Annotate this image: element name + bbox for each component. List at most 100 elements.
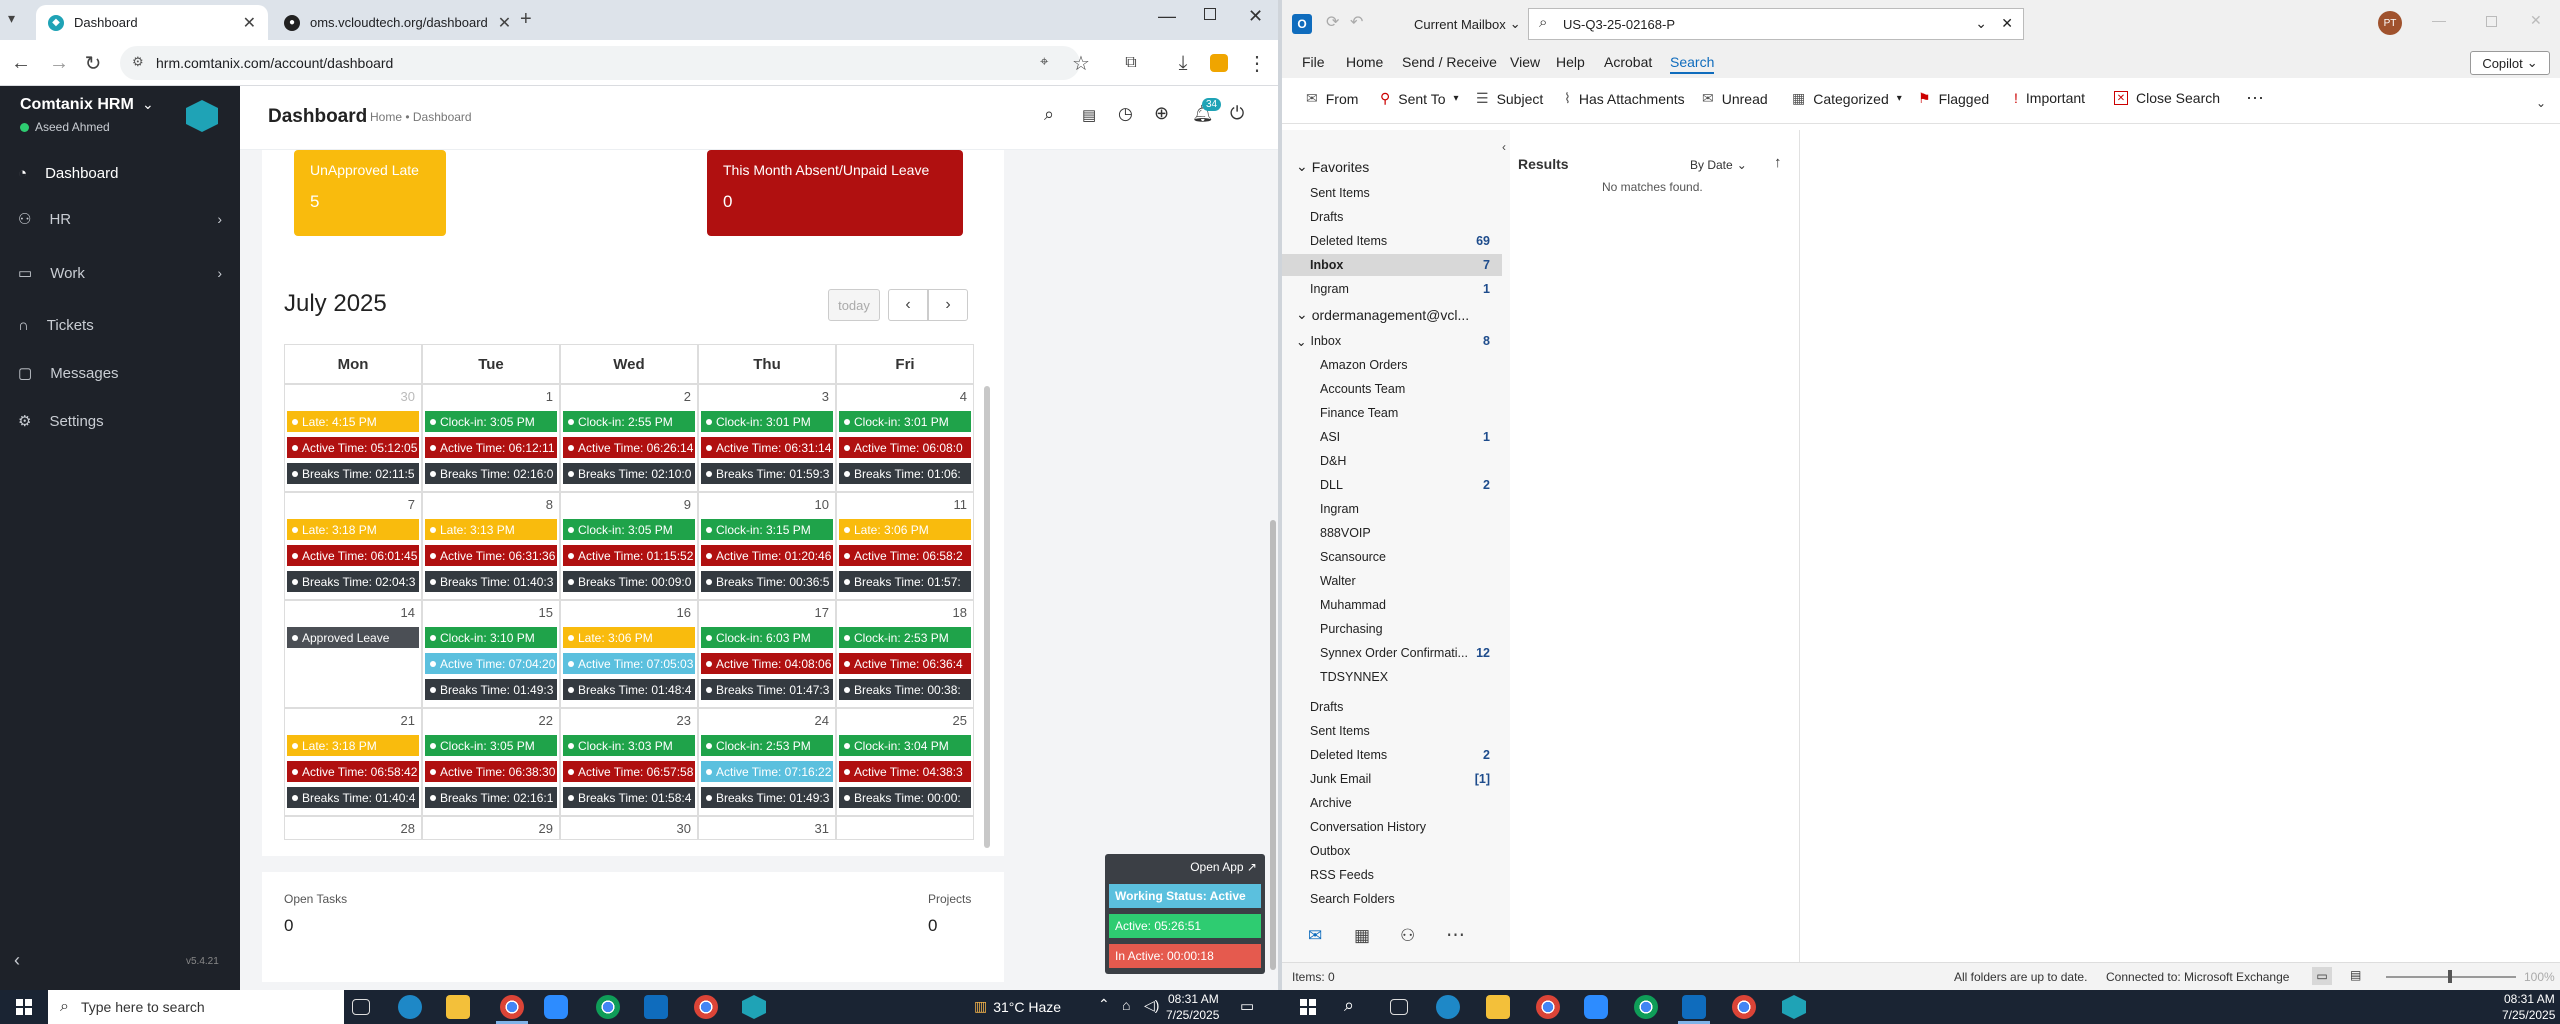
- tab-search-icon[interactable]: ▾: [8, 10, 15, 27]
- folder-item[interactable]: Outbox: [1282, 840, 1502, 862]
- calendar-event[interactable]: Clock-in: 3:04 PM: [839, 735, 971, 756]
- calendar-day-cell[interactable]: 1 Clock-in: 3:05 PM Active Time: 06:12:11 B…: [422, 384, 560, 492]
- folder-item[interactable]: Deleted Items 69: [1282, 230, 1502, 252]
- next-month-button[interactable]: ›: [928, 289, 968, 321]
- calendar-event[interactable]: Active Time: 06:57:58: [563, 761, 695, 782]
- zoom-icon[interactable]: [1584, 995, 1608, 1019]
- bookmark-star-icon[interactable]: ☆: [1068, 50, 1094, 76]
- folder-item[interactable]: Drafts: [1282, 696, 1502, 718]
- extension-avatar-icon[interactable]: [1206, 50, 1232, 76]
- calendar-event[interactable]: Breaks Time: 02:10:0: [563, 463, 695, 484]
- location-icon[interactable]: ⌖: [1040, 53, 1048, 70]
- folder-item[interactable]: Scansource: [1282, 546, 1502, 568]
- menu-send-receive[interactable]: Send / Receive: [1402, 54, 1497, 70]
- download-icon[interactable]: ⤓: [1170, 50, 1196, 76]
- page-scrollbar[interactable]: [1270, 520, 1276, 970]
- important-button[interactable]: ! Important: [2014, 90, 2085, 106]
- from-button[interactable]: ✉ From: [1306, 90, 1358, 107]
- calendar-event[interactable]: Breaks Time: 01:48:4: [563, 679, 695, 700]
- windows-start-icon[interactable]: [16, 999, 32, 1015]
- outlook-icon[interactable]: [644, 995, 668, 1019]
- reload-icon[interactable]: ↻: [80, 50, 106, 76]
- calendar-day-cell[interactable]: 25 Clock-in: 3:04 PM Active Time: 04:38:3 B…: [836, 708, 974, 816]
- calendar-event[interactable]: Active Time: 07:04:20: [425, 653, 557, 674]
- more-modules-icon[interactable]: ⋯: [1446, 924, 1465, 947]
- calendar-event[interactable]: Clock-in: 6:03 PM: [701, 627, 833, 648]
- folder-item[interactable]: Synnex Order Confirmati... 12: [1282, 642, 1502, 664]
- folder-item[interactable]: Sent Items: [1282, 720, 1502, 742]
- calendar-event[interactable]: Breaks Time: 01:06:: [839, 463, 971, 484]
- folder-item[interactable]: Finance Team: [1282, 402, 1502, 424]
- account-header[interactable]: ⌄ ordermanagement@vcl...: [1296, 306, 1506, 323]
- calendar-event[interactable]: Breaks Time: 01:57:: [839, 571, 971, 592]
- calendar-day-cell[interactable]: 4 Clock-in: 3:01 PM Active Time: 06:08:0 Br…: [836, 384, 974, 492]
- calendar-day-cell[interactable]: 3 Clock-in: 3:01 PM Active Time: 06:31:14 B…: [698, 384, 836, 492]
- close-window-icon[interactable]: ✕: [2530, 12, 2542, 29]
- folder-item-selected[interactable]: Inbox 7: [1282, 254, 1502, 276]
- folder-item[interactable]: RSS Feeds: [1282, 864, 1502, 886]
- back-icon[interactable]: ←: [8, 50, 34, 76]
- chrome-icon[interactable]: [1536, 995, 1560, 1019]
- calendar-event[interactable]: Active Time: 06:38:30: [425, 761, 557, 782]
- user-avatar[interactable]: PT: [2378, 11, 2402, 35]
- calendar-day-cell[interactable]: 21 Late: 3:18 PM Active Time: 06:58:42 Brea…: [284, 708, 422, 816]
- tab-dashboard[interactable]: ◆ Dashboard ✕: [36, 5, 268, 40]
- minimize-icon[interactable]: —: [1158, 6, 1176, 27]
- chrome-profile-icon[interactable]: [1634, 995, 1658, 1019]
- folder-item[interactable]: Purchasing: [1282, 618, 1502, 640]
- menu-file[interactable]: File: [1302, 54, 1325, 70]
- calendar-day-cell[interactable]: 14 Approved Leave: [284, 600, 422, 708]
- calendar-event[interactable]: Clock-in: 2:55 PM: [563, 411, 695, 432]
- zoom-slider-thumb[interactable]: [2448, 970, 2452, 983]
- folder-item[interactable]: TDSYNNEX: [1282, 666, 1502, 688]
- sort-direction-icon[interactable]: ↑: [1774, 154, 1782, 171]
- calendar-event[interactable]: Clock-in: 3:01 PM: [839, 411, 971, 432]
- calendar-day-cell[interactable]: 31: [698, 816, 836, 840]
- windows-start-icon-2[interactable]: [1300, 999, 1316, 1015]
- calendar-event[interactable]: Late: 3:06 PM: [563, 627, 695, 648]
- people-icon[interactable]: ⚇: [1400, 926, 1415, 946]
- sent-to-button[interactable]: ⚲ Sent To ▾: [1380, 90, 1459, 107]
- close-window-icon[interactable]: ✕: [1248, 6, 1263, 27]
- inbox-folder[interactable]: ⌄ Inbox 8: [1282, 330, 1502, 352]
- folder-item[interactable]: Accounts Team: [1282, 378, 1502, 400]
- chrome-icon[interactable]: [500, 995, 524, 1019]
- folder-item[interactable]: Archive: [1282, 792, 1502, 814]
- sidebar-item-settings[interactable]: ⚙ Settings: [0, 398, 240, 444]
- prev-month-button[interactable]: ‹: [888, 289, 928, 321]
- file-explorer-icon[interactable]: [446, 995, 470, 1019]
- calendar-event[interactable]: Active Time: 01:15:52: [563, 545, 695, 566]
- calendar-event[interactable]: Breaks Time: 02:16:0: [425, 463, 557, 484]
- subject-button[interactable]: ☰ Subject: [1476, 90, 1543, 107]
- categorized-button[interactable]: ▦ Categorized ▾: [1792, 90, 1902, 107]
- calendar-day-cell[interactable]: 11 Late: 3:06 PM Active Time: 06:58:2 Break…: [836, 492, 974, 600]
- calendar-day-cell[interactable]: 16 Late: 3:06 PM Active Time: 07:05:03 Brea…: [560, 600, 698, 708]
- quick-add-icon[interactable]: ⊕: [1154, 103, 1169, 124]
- chrome-profile-2-icon[interactable]: [694, 995, 718, 1019]
- sidebar-item-dashboard[interactable]: ◔ Dashboard: [0, 150, 240, 196]
- collapse-ribbon-icon[interactable]: ⌄: [2536, 96, 2546, 110]
- calendar-event[interactable]: Clock-in: 3:03 PM: [563, 735, 695, 756]
- folder-item[interactable]: Amazon Orders: [1282, 354, 1502, 376]
- logout-icon[interactable]: ⏻: [1230, 103, 1244, 124]
- menu-acrobat[interactable]: Acrobat: [1604, 54, 1652, 70]
- undo-icon[interactable]: ↶: [1350, 12, 1363, 32]
- calendar-day-cell[interactable]: 30: [560, 816, 698, 840]
- calendar-event[interactable]: Clock-in: 3:01 PM: [701, 411, 833, 432]
- calendar-event[interactable]: Late: 3:18 PM: [287, 735, 419, 756]
- sync-icon[interactable]: ⟳: [1326, 12, 1339, 32]
- close-tab-icon[interactable]: ✕: [243, 13, 256, 33]
- calendar-event[interactable]: Breaks Time: 01:59:3: [701, 463, 833, 484]
- minimize-icon[interactable]: —: [2432, 12, 2446, 28]
- sticky-notes-icon[interactable]: ▤: [1082, 106, 1096, 124]
- folder-item[interactable]: Junk Email [1]: [1282, 768, 1502, 790]
- reading-view-icon[interactable]: ▤: [2350, 968, 2361, 982]
- calendar-event[interactable]: Late: 4:15 PM: [287, 411, 419, 432]
- calendar-event[interactable]: Active Time: 06:58:42: [287, 761, 419, 782]
- calendar-event[interactable]: Active Time: 04:08:06: [701, 653, 833, 674]
- calendar-event[interactable]: Clock-in: 3:15 PM: [701, 519, 833, 540]
- calendar-event[interactable]: Breaks Time: 02:16:1: [425, 787, 557, 808]
- calendar-day-cell[interactable]: 15 Clock-in: 3:10 PM Active Time: 07:04:20…: [422, 600, 560, 708]
- calendar-event[interactable]: Active Time: 06:36:4: [839, 653, 971, 674]
- search-icon[interactable]: ⌕: [1044, 104, 1054, 125]
